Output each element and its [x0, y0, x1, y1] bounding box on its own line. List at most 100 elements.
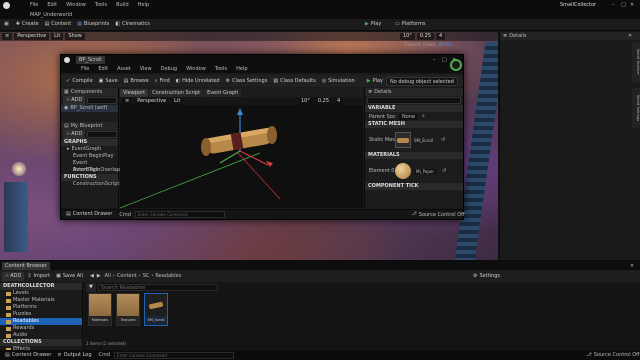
content-browser-tab[interactable]: Content Browser [2, 261, 50, 270]
class-defaults-button[interactable]: ▧ Class Defaults [270, 77, 318, 86]
function-construction-script[interactable]: ConstructionScript [61, 181, 119, 188]
perspective-button[interactable]: Perspective [14, 33, 50, 40]
tree-root-header[interactable]: DEATHCOLLECTOR [0, 283, 82, 290]
asset-folder-textures[interactable]: Textures [116, 293, 140, 326]
snap-angle[interactable]: 10° [400, 33, 415, 40]
bp-cmd-label[interactable]: Cmd [119, 212, 131, 218]
bp-console-input[interactable]: Enter Console Command [134, 211, 225, 218]
bp-play-button[interactable]: ▶ Play [364, 77, 386, 86]
tab-construction-script[interactable]: Construction Script [149, 88, 204, 97]
create-button[interactable]: ✚ Create [13, 20, 42, 29]
bp-asset-tab[interactable]: BP_Scroll [76, 55, 105, 64]
bp-camera-speed[interactable]: 4 [334, 97, 344, 105]
side-tab-world-settings[interactable]: World Settings [632, 88, 640, 128]
static-mesh-header[interactable]: STATIC MESH [365, 121, 463, 128]
bp-menu-window[interactable]: Window [186, 66, 206, 72]
maximize-icon[interactable]: □ [621, 2, 626, 8]
find-button[interactable]: ⌕ Find [152, 77, 173, 86]
side-tab-outliner[interactable]: World Outliner [632, 42, 640, 82]
cb-import-button[interactable]: ⇩ Import [24, 272, 53, 281]
output-log-button[interactable]: ≡ Output Log [54, 351, 94, 360]
component-root[interactable]: ◉ BP_Scroll (self) [61, 105, 118, 112]
bp-details-search-input[interactable] [367, 97, 461, 104]
tree-item[interactable]: Readables [0, 318, 82, 325]
material-thumbnail[interactable] [395, 163, 411, 179]
camera-speed[interactable]: 4 [436, 33, 446, 40]
blueprints-button[interactable]: ▦ Blueprints [74, 20, 112, 29]
tree-item[interactable]: Rewards [0, 325, 82, 332]
asset-search-input[interactable]: Search Readables [97, 284, 218, 291]
asset-folder-materials[interactable]: Materials [88, 293, 112, 326]
variable-header[interactable]: VARIABLE [365, 105, 463, 112]
graphs-header[interactable]: GRAPHS [61, 139, 118, 146]
breadcrumb-all[interactable]: All [105, 273, 111, 279]
cinematics-button[interactable]: ◧ Cinematics [112, 20, 153, 29]
close-icon[interactable]: ✕ [630, 2, 634, 8]
bp-menu-asset[interactable]: Asset [117, 66, 131, 72]
content-browser-close-icon[interactable]: ✕ [630, 263, 634, 269]
bp-vp-options-button[interactable]: ≡ [122, 97, 133, 105]
lit-button[interactable]: Lit [51, 33, 64, 40]
snap-scale[interactable]: 0.25 [416, 33, 435, 40]
bp-snap-angle[interactable]: 10° [298, 97, 313, 105]
details-close-icon[interactable]: ✕ [628, 33, 632, 39]
menu-window[interactable]: Window [66, 2, 86, 8]
debug-object-select[interactable]: No debug object selected [386, 76, 458, 86]
event-actor-begin-overlap[interactable]: Event ActorBeginOverlap [61, 160, 120, 173]
menu-build[interactable]: Build [116, 2, 129, 8]
content-button[interactable]: ▤ Content [42, 20, 75, 29]
search-icon[interactable]: ⌕ [422, 114, 425, 119]
components-search-input[interactable] [87, 97, 118, 104]
collections-header[interactable]: COLLECTIONS [0, 339, 82, 346]
minimize-icon[interactable]: – [612, 2, 615, 8]
bp-maximize-icon[interactable]: □ [442, 57, 447, 63]
breadcrumb-readables[interactable]: Readables [155, 273, 181, 279]
reset-icon[interactable]: ↺ [441, 137, 445, 143]
materials-header[interactable]: MATERIALS [365, 152, 463, 159]
cb-add-button[interactable]: + ADD [2, 271, 25, 281]
platforms-button[interactable]: ▭ Platforms [392, 20, 428, 29]
breadcrumb-content[interactable]: Content [117, 273, 137, 279]
source-control-status[interactable]: Source Control Off [594, 352, 640, 358]
bp-menu-debug[interactable]: Debug [161, 66, 177, 72]
my-blueprint-search-input[interactable] [87, 131, 118, 138]
bp-lit-button[interactable]: Lit [171, 97, 184, 105]
bp-viewport-scene[interactable] [120, 105, 363, 208]
bp-source-control[interactable]: Source Control Off [419, 212, 465, 218]
menu-tools[interactable]: Tools [95, 2, 107, 8]
browse-button[interactable]: ▤ Browse [121, 77, 152, 86]
simulation-button[interactable]: ◎ Simulation [319, 77, 358, 86]
cb-save-all-button[interactable]: ▣ Save All [53, 272, 86, 281]
static-mesh-thumbnail[interactable] [395, 132, 411, 148]
compile-button[interactable]: ✔ Compile [63, 77, 96, 86]
tab-event-graph[interactable]: Event Graph [204, 88, 242, 97]
material-dropdown[interactable]: MI_Paper [414, 168, 436, 174]
forward-icon[interactable]: ▶ [97, 273, 101, 279]
cmd-label[interactable]: Cmd [99, 352, 111, 358]
bp-menu-help[interactable]: Help [236, 66, 247, 72]
console-input[interactable]: Enter Console Command [114, 351, 235, 359]
bp-minimize-icon[interactable]: – [433, 57, 436, 63]
tree-item[interactable]: Audio [0, 332, 82, 339]
add-component-button[interactable]: + ADD [63, 96, 86, 105]
bp-menu-file[interactable]: File [81, 66, 89, 72]
graph-eventgraph[interactable]: ▸ EventGraph [61, 146, 118, 153]
filter-button[interactable]: ▼ [86, 283, 96, 292]
bp-perspective-button[interactable]: Perspective [134, 97, 170, 105]
save-button[interactable]: ▣ Save [96, 77, 121, 86]
bp-menu-edit[interactable]: Edit [98, 66, 108, 72]
add-member-button[interactable]: + ADD [63, 130, 86, 139]
cb-settings-button[interactable]: ⚙ Settings [470, 272, 503, 281]
component-tick-header[interactable]: COMPONENT TICK [365, 183, 463, 190]
bp-snap-scale[interactable]: 0.25 [314, 97, 333, 105]
functions-header[interactable]: FUNCTIONS [61, 174, 118, 181]
save-icon[interactable]: ▣ [4, 22, 9, 27]
content-drawer-button[interactable]: ▤ Content Drawer [2, 351, 54, 360]
bp-content-drawer-button[interactable]: ▤ Content Drawer [63, 210, 115, 219]
parent-socket-value[interactable]: None [399, 113, 419, 120]
tab-viewport[interactable]: Viewport [120, 88, 149, 97]
event-begin-play[interactable]: Event BeginPlay [61, 153, 118, 160]
back-icon[interactable]: ◀ [90, 273, 94, 279]
tree-item[interactable]: Levels [0, 290, 82, 297]
bp-menu-tools[interactable]: Tools [215, 66, 227, 72]
